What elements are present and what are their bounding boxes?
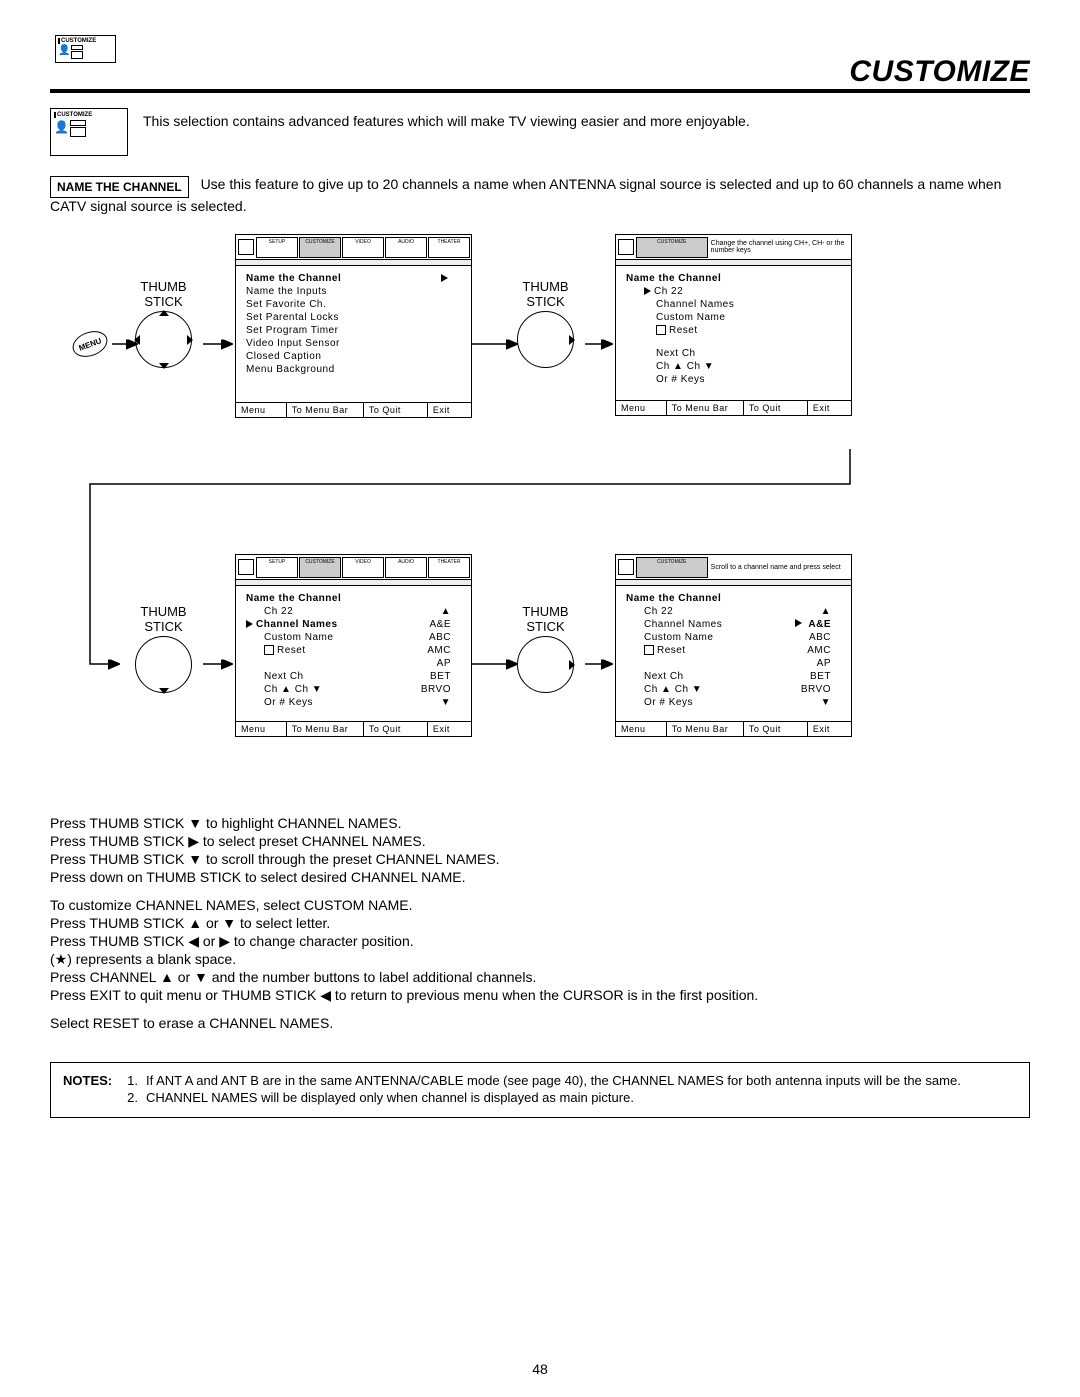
page-number: 48	[0, 1361, 1080, 1377]
thumbstick-icon	[517, 636, 574, 693]
menu-screen-3: SETUP CUSTOMIZE VIDEO AUDIO THEATER Name…	[235, 554, 472, 737]
thumbstick-label: THUMB STICK	[517, 279, 574, 309]
notes-box: NOTES: 1.If ANT A and ANT B are in the s…	[50, 1062, 1030, 1118]
menu-screen-4: CUSTOMIZE Scroll to a channel name and p…	[615, 554, 852, 737]
customize-small-icon: CUSTOMIZE 👤	[50, 108, 128, 156]
customize-icon: 👤	[55, 35, 116, 63]
thumbstick-icon	[135, 636, 192, 693]
thumbstick-label: THUMB STICK	[135, 604, 192, 634]
section-label: NAME THE CHANNEL	[50, 176, 189, 198]
thumbstick-label: THUMB STICK	[135, 279, 192, 309]
thumbstick-icon	[135, 311, 192, 368]
section-description: Use this feature to give up to 20 channe…	[50, 176, 1001, 214]
thumbstick-label: THUMB STICK	[517, 604, 574, 634]
menu-screen-2: CUSTOMIZE Change the channel using CH+, …	[615, 234, 852, 416]
intro-text: This selection contains advanced feature…	[143, 108, 750, 129]
page-title: CUSTOMIZE	[50, 55, 1030, 93]
thumbstick-icon	[517, 311, 574, 368]
menu-screen-1: SETUP CUSTOMIZE VIDEO AUDIO THEATER Name…	[235, 234, 472, 418]
instructions-block: Press THUMB STICK ▼ to highlight CHANNEL…	[50, 814, 1030, 1032]
